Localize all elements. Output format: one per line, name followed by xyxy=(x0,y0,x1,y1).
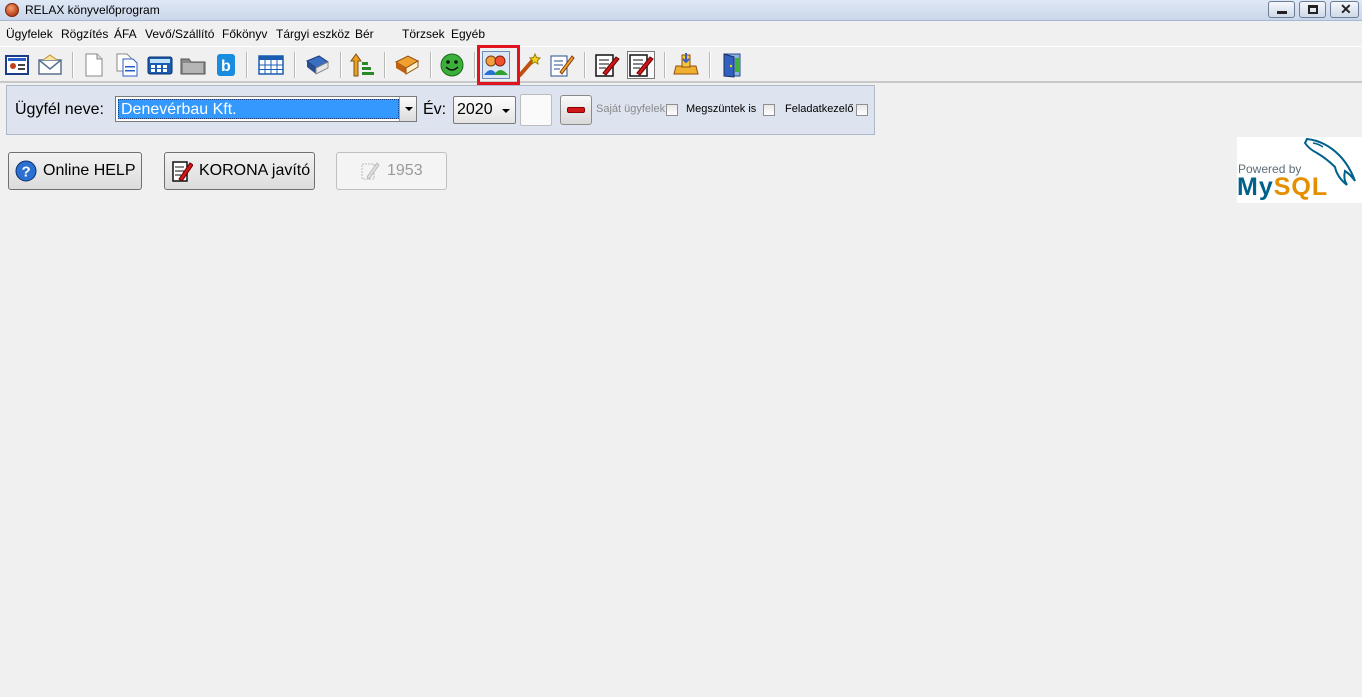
minus-icon xyxy=(567,107,585,113)
sort-up-button[interactable] xyxy=(348,51,376,79)
mail-button[interactable] xyxy=(36,51,64,79)
help-icon: ? xyxy=(15,160,37,182)
title-bar: RELAX könyvelőprogram ✕ xyxy=(0,0,1362,21)
menu-bar: Ügyfelek Rögzítés ÁFA Vevő/Szállító Főkö… xyxy=(0,21,1362,46)
mail-icon xyxy=(38,54,62,75)
client-panel: Ügyfél neve: Denevérbau Kft. Év: 2020 Sa… xyxy=(6,85,875,135)
menu-rogzites[interactable]: Rögzítés xyxy=(61,27,108,41)
document-icon xyxy=(85,53,103,77)
books-icon xyxy=(394,55,420,75)
b-icon: b xyxy=(217,54,235,76)
own-clients-checkbox[interactable] xyxy=(666,104,678,116)
database-button[interactable] xyxy=(672,51,700,79)
menu-torzsek[interactable]: Törzsek xyxy=(402,27,445,41)
edit-red-pressed-button[interactable] xyxy=(627,51,655,79)
menu-fokonyv[interactable]: Főkönyv xyxy=(222,27,267,41)
smiley-button[interactable] xyxy=(438,51,466,79)
menu-vevo-szallito[interactable]: Vevő/Szállító xyxy=(145,27,214,41)
folder-button[interactable] xyxy=(179,51,207,79)
client-name-label: Ügyfél neve: xyxy=(15,101,104,118)
korona-fix-label: KORONA javító xyxy=(199,162,311,179)
svg-text:?: ? xyxy=(22,164,31,181)
grid-icon xyxy=(258,55,284,75)
grid-button[interactable] xyxy=(257,51,285,79)
remove-button[interactable] xyxy=(560,95,592,125)
selected-tool-highlight xyxy=(477,45,520,85)
exit-door-icon xyxy=(723,53,741,78)
menu-ugyfelek[interactable]: Ügyfelek xyxy=(6,27,53,41)
terminated-label: Megszüntek is xyxy=(686,103,757,115)
menu-afa[interactable]: ÁFA xyxy=(114,27,137,41)
maximize-button[interactable] xyxy=(1299,1,1326,18)
online-help-label: Online HELP xyxy=(43,162,136,179)
year-value: 2020 xyxy=(457,101,493,118)
blank-button[interactable] xyxy=(520,94,552,126)
year-label: Év: xyxy=(423,101,447,118)
edit-disabled-icon xyxy=(361,162,380,180)
korona-edit-icon xyxy=(172,161,193,182)
toolbar: b xyxy=(0,46,1362,83)
minimize-icon xyxy=(1277,11,1287,14)
book-button[interactable] xyxy=(303,51,331,79)
close-icon: ✕ xyxy=(1340,1,1352,17)
svg-text:b: b xyxy=(221,58,231,75)
database-icon xyxy=(673,53,699,75)
menu-targyi-eszkoz[interactable]: Tárgyi eszköz xyxy=(276,27,350,41)
smiley-icon xyxy=(440,53,464,77)
year-dropdown-icon xyxy=(502,109,510,113)
minimize-button[interactable] xyxy=(1268,1,1295,18)
client-card-icon xyxy=(5,55,29,75)
own-clients-label: Saját ügyfelek xyxy=(596,103,666,115)
terminated-checkbox[interactable] xyxy=(763,104,775,116)
online-help-button[interactable]: ? Online HELP xyxy=(8,152,142,190)
edit-pencil-icon xyxy=(550,55,575,77)
client-dropdown-icon[interactable] xyxy=(399,97,416,121)
book-icon xyxy=(306,55,329,75)
sort-up-icon xyxy=(350,53,374,77)
books-button[interactable] xyxy=(393,51,421,79)
app-icon xyxy=(5,3,19,17)
task-manager-label: Feladatkezelő xyxy=(785,103,854,115)
task-manager-checkbox[interactable] xyxy=(856,104,868,116)
calculator-icon xyxy=(147,56,173,75)
korona-fix-button[interactable]: KORONA javító xyxy=(164,152,315,190)
document-button[interactable] xyxy=(80,51,108,79)
number-label: 1953 xyxy=(387,162,423,179)
menu-egyeb[interactable]: Egyéb xyxy=(451,27,485,41)
client-card-button[interactable] xyxy=(3,51,31,79)
calculator-button[interactable] xyxy=(146,51,174,79)
edit-red-icon xyxy=(595,54,620,77)
number-button[interactable]: 1953 xyxy=(336,152,447,190)
documents-button[interactable] xyxy=(113,51,141,79)
mysql-logo: Powered by MySQL xyxy=(1237,137,1362,203)
folder-icon xyxy=(180,58,206,75)
mysql-wordmark: MySQL xyxy=(1237,173,1329,201)
year-combo[interactable]: 2020 xyxy=(453,96,516,124)
close-button[interactable]: ✕ xyxy=(1330,1,1359,18)
menu-ber[interactable]: Bér xyxy=(355,27,374,41)
documents-icon xyxy=(116,53,138,77)
maximize-icon xyxy=(1308,5,1318,14)
edit-red-pressed-icon xyxy=(629,54,654,77)
client-name-combo[interactable]: Denevérbau Kft. xyxy=(115,96,417,122)
edit-pencil-button[interactable] xyxy=(548,51,576,79)
b-button[interactable]: b xyxy=(212,51,240,79)
edit-red-button[interactable] xyxy=(593,51,621,79)
exit-door-button[interactable] xyxy=(718,51,746,79)
window-title: RELAX könyvelőprogram xyxy=(25,3,160,17)
client-name-value[interactable]: Denevérbau Kft. xyxy=(118,99,399,119)
